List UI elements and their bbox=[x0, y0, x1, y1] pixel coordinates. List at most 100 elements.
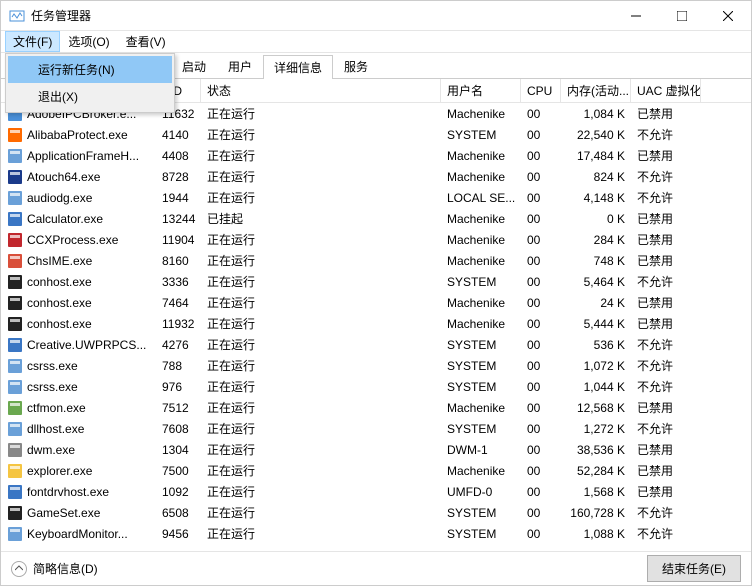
cell-name: conhost.exe bbox=[1, 292, 156, 313]
col-user[interactable]: 用户名 bbox=[441, 79, 521, 102]
table-row[interactable]: dllhost.exe7608正在运行SYSTEM001,272 K不允许 bbox=[1, 418, 751, 439]
process-icon bbox=[7, 190, 23, 206]
cell-status: 正在运行 bbox=[201, 250, 441, 271]
file-dropdown: 运行新任务(N) 退出(X) bbox=[5, 53, 175, 113]
cell-cpu: 00 bbox=[521, 124, 561, 145]
cell-mem: 4,148 K bbox=[561, 187, 631, 208]
cell-uac: 已禁用 bbox=[631, 481, 701, 502]
table-row[interactable]: csrss.exe788正在运行SYSTEM001,072 K不允许 bbox=[1, 355, 751, 376]
chevron-up-icon bbox=[11, 561, 27, 577]
cell-cpu: 00 bbox=[521, 271, 561, 292]
table-row[interactable]: Calculator.exe13244已挂起Machenike000 K已禁用 bbox=[1, 208, 751, 229]
cell-cpu: 00 bbox=[521, 292, 561, 313]
table-row[interactable]: dwm.exe1304正在运行DWM-10038,536 K已禁用 bbox=[1, 439, 751, 460]
cell-cpu: 00 bbox=[521, 166, 561, 187]
table-row[interactable]: audiodg.exe1944正在运行LOCAL SE...004,148 K不… bbox=[1, 187, 751, 208]
table-row[interactable]: explorer.exe7500正在运行Machenike0052,284 K已… bbox=[1, 460, 751, 481]
process-icon bbox=[7, 232, 23, 248]
close-button[interactable] bbox=[705, 1, 751, 30]
cell-uac: 已禁用 bbox=[631, 397, 701, 418]
cell-pid: 6508 bbox=[156, 502, 201, 523]
cell-cpu: 00 bbox=[521, 502, 561, 523]
process-icon bbox=[7, 379, 23, 395]
process-icon bbox=[7, 526, 23, 542]
table-row[interactable]: fontdrvhost.exe1092正在运行UMFD-0001,568 K已禁… bbox=[1, 481, 751, 502]
tab-services[interactable]: 服务 bbox=[333, 54, 379, 78]
maximize-button[interactable] bbox=[659, 1, 705, 30]
cell-cpu: 00 bbox=[521, 481, 561, 502]
cell-mem: 1,272 K bbox=[561, 418, 631, 439]
menu-exit[interactable]: 退出(X) bbox=[8, 83, 172, 110]
cell-pid: 7512 bbox=[156, 397, 201, 418]
cell-uac: 已禁用 bbox=[631, 313, 701, 334]
cell-uac: 不允许 bbox=[631, 502, 701, 523]
table-row[interactable]: csrss.exe976正在运行SYSTEM001,044 K不允许 bbox=[1, 376, 751, 397]
table-row[interactable]: AlibabaProtect.exe4140正在运行SYSTEM0022,540… bbox=[1, 124, 751, 145]
process-icon bbox=[7, 442, 23, 458]
cell-pid: 11904 bbox=[156, 229, 201, 250]
tab-details[interactable]: 详细信息 bbox=[263, 55, 333, 79]
process-icon bbox=[7, 337, 23, 353]
cell-user: Machenike bbox=[441, 229, 521, 250]
cell-user: SYSTEM bbox=[441, 355, 521, 376]
cell-pid: 4140 bbox=[156, 124, 201, 145]
cell-status: 正在运行 bbox=[201, 166, 441, 187]
menu-options[interactable]: 选项(O) bbox=[60, 31, 117, 52]
col-mem[interactable]: 内存(活动... bbox=[561, 79, 631, 102]
cell-user: Machenike bbox=[441, 313, 521, 334]
cell-mem: 0 K bbox=[561, 208, 631, 229]
cell-cpu: 00 bbox=[521, 418, 561, 439]
cell-user: Machenike bbox=[441, 166, 521, 187]
process-icon bbox=[7, 358, 23, 374]
cell-name: Atouch64.exe bbox=[1, 166, 156, 187]
cell-name: dwm.exe bbox=[1, 439, 156, 460]
table-row[interactable]: CCXProcess.exe11904正在运行Machenike00284 K已… bbox=[1, 229, 751, 250]
cell-mem: 38,536 K bbox=[561, 439, 631, 460]
cell-uac: 不允许 bbox=[631, 124, 701, 145]
table-row[interactable]: Creative.UWPRPCS...4276正在运行SYSTEM00536 K… bbox=[1, 334, 751, 355]
cell-name: CCXProcess.exe bbox=[1, 229, 156, 250]
cell-mem: 824 K bbox=[561, 166, 631, 187]
cell-cpu: 00 bbox=[521, 313, 561, 334]
minimize-button[interactable] bbox=[613, 1, 659, 30]
table-row[interactable]: conhost.exe11932正在运行Machenike005,444 K已禁… bbox=[1, 313, 751, 334]
cell-mem: 52,284 K bbox=[561, 460, 631, 481]
col-status[interactable]: 状态 bbox=[201, 79, 441, 102]
tab-users[interactable]: 用户 bbox=[217, 54, 263, 78]
cell-user: Machenike bbox=[441, 250, 521, 271]
cell-status: 正在运行 bbox=[201, 355, 441, 376]
end-task-button[interactable]: 结束任务(E) bbox=[647, 555, 741, 582]
table-row[interactable]: conhost.exe7464正在运行Machenike0024 K已禁用 bbox=[1, 292, 751, 313]
tab-startup[interactable]: 启动 bbox=[171, 54, 217, 78]
cell-mem: 24 K bbox=[561, 292, 631, 313]
col-uac[interactable]: UAC 虚拟化 bbox=[631, 79, 701, 102]
table-row[interactable]: conhost.exe3336正在运行SYSTEM005,464 K不允许 bbox=[1, 271, 751, 292]
menu-view[interactable]: 查看(V) bbox=[118, 31, 174, 52]
cell-cpu: 00 bbox=[521, 103, 561, 124]
process-icon bbox=[7, 295, 23, 311]
cell-name: audiodg.exe bbox=[1, 187, 156, 208]
cell-uac: 不允许 bbox=[631, 523, 701, 544]
menu-run-new-task[interactable]: 运行新任务(N) bbox=[8, 56, 172, 83]
table-row[interactable]: ChsIME.exe8160正在运行Machenike00748 K已禁用 bbox=[1, 250, 751, 271]
cell-mem: 5,444 K bbox=[561, 313, 631, 334]
table-row[interactable]: ctfmon.exe7512正在运行Machenike0012,568 K已禁用 bbox=[1, 397, 751, 418]
cell-uac: 已禁用 bbox=[631, 229, 701, 250]
col-cpu[interactable]: CPU bbox=[521, 79, 561, 102]
cell-cpu: 00 bbox=[521, 334, 561, 355]
cell-uac: 已禁用 bbox=[631, 460, 701, 481]
cell-status: 正在运行 bbox=[201, 502, 441, 523]
cell-cpu: 00 bbox=[521, 229, 561, 250]
table-row[interactable]: KeyboardMonitor...9456正在运行SYSTEM001,088 … bbox=[1, 523, 751, 544]
cell-status: 正在运行 bbox=[201, 334, 441, 355]
table-row[interactable]: ApplicationFrameH...4408正在运行Machenike001… bbox=[1, 145, 751, 166]
table-row[interactable]: Atouch64.exe8728正在运行Machenike00824 K不允许 bbox=[1, 166, 751, 187]
cell-name: ctfmon.exe bbox=[1, 397, 156, 418]
table-body[interactable]: AdobeIPCBroker.e...11632正在运行Machenike001… bbox=[1, 103, 751, 551]
cell-user: SYSTEM bbox=[441, 523, 521, 544]
cell-user: SYSTEM bbox=[441, 334, 521, 355]
menu-file[interactable]: 文件(F) bbox=[5, 31, 60, 52]
cell-status: 正在运行 bbox=[201, 229, 441, 250]
table-row[interactable]: GameSet.exe6508正在运行SYSTEM00160,728 K不允许 bbox=[1, 502, 751, 523]
fewer-details-toggle[interactable]: 简略信息(D) bbox=[11, 560, 647, 577]
